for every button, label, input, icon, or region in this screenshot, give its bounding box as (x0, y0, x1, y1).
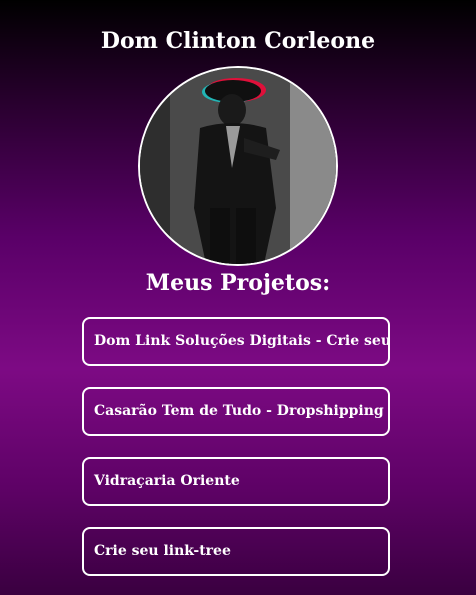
list-item: Vidraçaria Oriente (82, 457, 390, 506)
list-item: Casarão Tem de Tudo - Dropshipping (82, 387, 390, 436)
project-link-link-tree[interactable]: Crie seu link-tree (82, 527, 390, 576)
list-item: Dom Link Soluções Digitais - Crie seu si… (82, 317, 390, 366)
person-in-suit-photo-icon (140, 68, 336, 264)
section-title-projects: Meus Projetos: (145, 270, 331, 296)
project-link-casarao[interactable]: Casarão Tem de Tudo - Dropshipping (82, 387, 390, 436)
project-link-dom-link[interactable]: Dom Link Soluções Digitais - Crie seu si… (82, 317, 390, 366)
list-item: Crie seu link-tree (82, 527, 390, 576)
profile-name: Dom Clinton Corleone (100, 28, 376, 54)
project-link-vidracaria[interactable]: Vidraçaria Oriente (82, 457, 390, 506)
project-list: Dom Link Soluções Digitais - Crie seu si… (82, 317, 390, 595)
avatar (138, 66, 338, 266)
